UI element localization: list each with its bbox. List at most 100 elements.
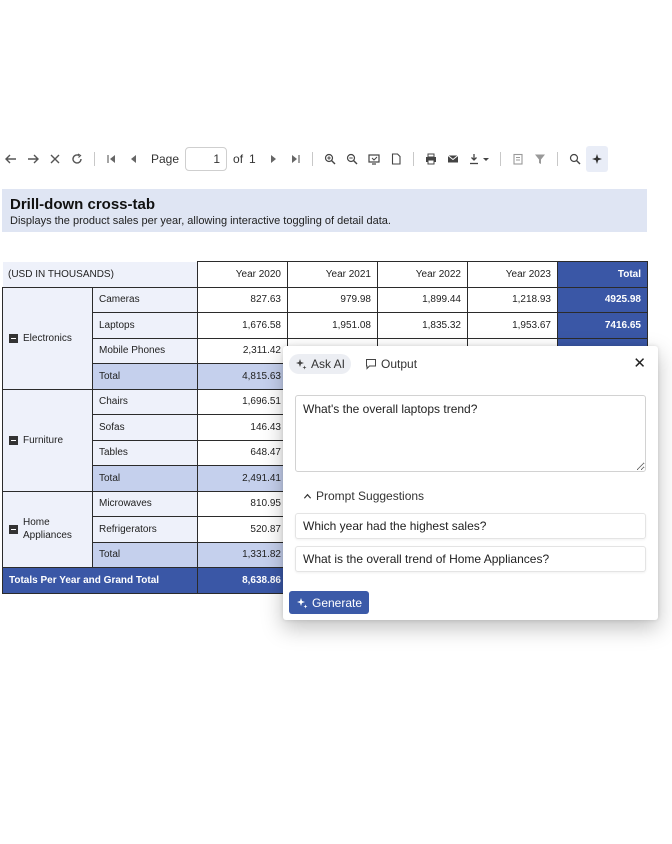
suggestion-item[interactable]: What is the overall trend of Home Applia… [295,546,646,572]
parameters-icon[interactable] [507,146,529,172]
close-icon[interactable]: ✕ [633,356,646,371]
value-cell: 979.98 [287,286,378,313]
category-label: Electronics [23,332,72,344]
undo-icon[interactable] [0,146,22,172]
value-cell: 1,218.93 [467,286,558,313]
category-cell: Home Appliances [2,490,93,568]
report-subtitle: Displays the product sales per year, all… [10,215,391,227]
grand-total-label: Totals Per Year and Grand Total [2,567,198,594]
sparkle-icon [296,359,307,370]
product-label: Chairs [92,388,198,415]
tab-output-label: Output [381,357,418,371]
product-label: Cameras [92,286,198,313]
generate-button[interactable]: Generate [289,591,370,614]
value-cell: 520.87 [197,516,288,543]
prompt-suggestions-toggle[interactable]: Prompt Suggestions [303,489,424,503]
zoom-in-icon[interactable] [319,146,341,172]
chevron-up-icon [303,493,312,499]
report-toolbar: Page of 1 [0,145,672,173]
subtotal-label: Total [92,465,198,492]
generate-label: Generate [312,595,363,610]
collapse-toggle-icon[interactable] [9,435,18,445]
product-label: Sofas [92,414,198,441]
email-icon[interactable] [442,146,464,172]
suggestion-item[interactable]: Which year had the highest sales? [295,513,646,539]
year-header: Year 2021 [287,261,378,288]
category-cell: Electronics [2,286,93,390]
category-label-line: Home [23,517,50,529]
report-title: Drill-down cross-tab [10,196,156,213]
filter-icon[interactable] [529,146,551,172]
page-label: Page [151,152,180,166]
prompt-suggestions-label: Prompt Suggestions [316,489,425,503]
category-label-line: Appliances [23,530,72,542]
category-label: Home Appliances [23,516,72,542]
category-cell: Furniture [2,388,93,492]
grand-total-cell: 8,638.86 [197,567,288,594]
collapse-toggle-icon[interactable] [9,333,18,343]
comment-icon [366,359,377,370]
ai-panel-tabs: Ask AI Output [289,354,423,374]
print-icon[interactable] [420,146,442,172]
subtotal-label: Total [92,363,198,390]
table-header-row: (USD IN THOUSANDS) Year 2020 Year 2021 Y… [2,261,648,288]
tab-output[interactable]: Output [359,354,423,374]
product-label: Tables [92,439,198,466]
subtotal-cell: 1,331.82 [197,541,288,568]
value-cell: 648.47 [197,439,288,466]
value-cell: 1,951.08 [287,312,378,339]
year-header: Year 2023 [467,261,558,288]
ai-sparkle-icon[interactable] [585,146,608,172]
value-cell: 1,899.44 [377,286,468,313]
fit-page-icon[interactable] [363,146,385,172]
prompt-input[interactable]: What's the overall laptops trend? [295,395,646,472]
year-header: Year 2022 [377,261,468,288]
toolbar-divider [499,152,501,166]
subtotal-label: Total [92,541,198,568]
table-row: Electronics Cameras 827.63 979.98 1,899.… [2,286,648,390]
product-label: Microwaves [92,490,198,517]
product-label: Mobile Phones [92,337,198,364]
category-label: Furniture [23,434,64,446]
collapse-toggle-icon[interactable] [9,524,18,534]
prev-page-icon[interactable] [123,146,145,172]
value-cell: 1,835.32 [377,312,468,339]
subtotal-cell: 2,491.41 [197,465,288,492]
value-cell: 2,311.42 [197,337,288,364]
next-page-icon[interactable] [262,146,284,172]
value-cell: 1,676.58 [197,312,288,339]
zoom-out-icon[interactable] [341,146,363,172]
of-label: of [233,152,244,166]
export-dropdown-icon[interactable] [464,146,494,172]
row-total-cell: 7416.65 [557,312,648,339]
refresh-icon[interactable] [66,146,88,172]
report-header: Drill-down cross-tab Displays the produc… [2,189,647,232]
tab-ask-ai[interactable]: Ask AI [289,354,352,374]
total-pages: 1 [249,152,256,166]
ask-ai-panel: Ask AI Output ✕ What's the overall lapto… [283,346,658,620]
value-cell: 827.63 [197,286,288,313]
total-header: Total [557,261,648,288]
units-label: (USD IN THOUSANDS) [2,261,198,288]
value-cell: 146.43 [197,414,288,441]
search-icon[interactable] [564,146,586,172]
subtotal-cell: 4,815.63 [197,363,288,390]
product-label: Refrigerators [92,516,198,543]
toolbar-divider [412,152,414,166]
table-row: Laptops 1,676.58 1,951.08 1,835.32 1,953… [3,312,648,339]
first-page-icon[interactable] [101,146,123,172]
value-cell: 1,696.51 [197,388,288,415]
page-view-icon[interactable] [385,146,407,172]
product-label: Laptops [92,312,198,339]
stop-icon[interactable] [44,146,66,172]
toolbar-divider [311,152,313,166]
tab-ask-ai-label: Ask AI [311,357,346,371]
year-header: Year 2020 [197,261,288,288]
page-number-input[interactable] [185,147,228,171]
sparkle-icon [297,597,308,608]
toolbar-divider [556,152,558,166]
last-page-icon[interactable] [284,146,306,172]
row-total-cell: 4925.98 [557,286,648,313]
redo-icon[interactable] [22,146,44,172]
value-cell: 1,953.67 [467,312,558,339]
